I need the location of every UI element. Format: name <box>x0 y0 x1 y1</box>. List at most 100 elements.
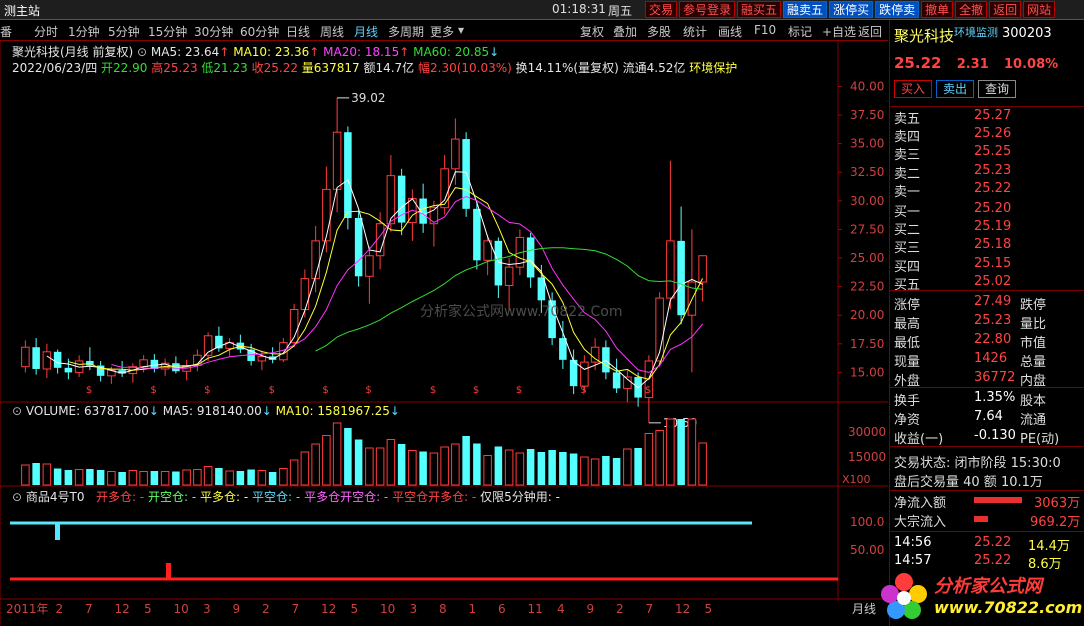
volume-bar <box>666 418 675 486</box>
tab-15min[interactable]: 15分钟 <box>148 23 187 40</box>
candle-body <box>462 139 470 209</box>
volume-bar <box>569 453 578 485</box>
y-tick-label: 17.50 <box>850 337 884 351</box>
settings-icon[interactable]: ⊙ <box>137 45 147 59</box>
ind-open-short: 开空仓: - <box>147 490 197 504</box>
tab-daily[interactable]: 日线 <box>286 23 310 40</box>
f10-button[interactable]: F10 <box>754 23 776 37</box>
indicator-spike <box>166 563 171 579</box>
volume-bar <box>483 455 492 486</box>
tab-more[interactable]: 更多 <box>430 23 454 40</box>
price-change-pct: 10.08% <box>1004 57 1059 72</box>
stats-button[interactable]: 统计 <box>683 23 707 40</box>
tab-60min[interactable]: 60分钟 <box>240 23 279 40</box>
draw-button[interactable]: 画线 <box>718 23 742 40</box>
candle-body <box>386 175 396 225</box>
industry-tag[interactable]: 环境监测 <box>954 24 998 40</box>
query-button[interactable]: 查询 <box>978 80 1016 98</box>
volume-bar <box>322 435 331 486</box>
candle-body <box>602 347 610 373</box>
bar-open: 开22.90 <box>101 61 148 75</box>
volume-bar <box>655 430 664 486</box>
down-arrow-icon: ↓ <box>261 404 272 418</box>
tick-time: 14:57 <box>894 553 932 568</box>
add-watchlist-button[interactable]: +自选 <box>822 23 856 40</box>
tab-weekly[interactable]: 周线 <box>320 23 344 40</box>
bar-info: 2022/06/23/四 开22.90 高25.23 低21.23 收25.22… <box>12 59 737 76</box>
tab-multi-period[interactable]: 多周期 <box>388 23 424 40</box>
kline-chart[interactable]: 40.00 37.50 35.00 32.50 30.00 27.50 25.00 22.50… <box>0 41 888 626</box>
quote-header: 聚光科技 环境监测 300203 <box>890 20 1084 48</box>
bar-date: 2022/06/23/四 <box>12 61 98 75</box>
volume-bar <box>590 458 600 486</box>
volume-bar <box>548 450 556 485</box>
down-arrow-icon: ↓ <box>489 45 500 59</box>
volume-bar <box>462 436 470 485</box>
stat-row: 换手 1.35% 股本 <box>894 390 1084 409</box>
candle-body <box>365 255 374 277</box>
stat-value: -0.130 <box>974 428 1016 443</box>
tab-monthly[interactable]: 月线 <box>354 23 378 40</box>
order-book-row[interactable]: 卖二 25.23 <box>894 163 1084 182</box>
stat-value: 1426 <box>974 351 1008 366</box>
ma10-value: MA10: 23.36 <box>233 45 310 59</box>
trade-button[interactable]: 交易 <box>645 1 678 18</box>
cancel-order-button[interactable]: 撤单 <box>921 1 954 18</box>
x-tick-label: 9 <box>233 602 241 616</box>
bar-range: 幅2.30(10.03%) <box>418 61 512 75</box>
order-book-row[interactable]: 卖四 25.26 <box>894 126 1084 146</box>
ind-open-long: 开多仓: - <box>95 490 145 504</box>
order-book-row[interactable]: 卖五 25.27 <box>894 108 1084 127</box>
margin-buy-button[interactable]: 融买五 <box>737 1 782 18</box>
volume-bar <box>53 468 62 485</box>
order-book-row[interactable]: 买四 25.15 <box>894 256 1084 275</box>
order-book-row[interactable]: 买二 25.19 <box>894 219 1084 238</box>
multi-stock-button[interactable]: 多股 <box>647 23 671 40</box>
cancel-all-button[interactable]: 全撤 <box>955 1 988 18</box>
overlay-button[interactable]: 叠加 <box>613 23 637 40</box>
order-book-row[interactable]: 卖一 25.22 <box>894 181 1084 200</box>
ma60-value: MA60: 20.85 <box>413 45 490 59</box>
order-book-label: 卖四 <box>894 130 921 146</box>
order-book-row[interactable]: 买一 25.20 <box>894 201 1084 220</box>
chevron-down-icon[interactable]: ▾ <box>458 23 464 37</box>
x-tick-label: 12 <box>115 602 130 616</box>
candle-body <box>32 347 40 369</box>
adjust-button[interactable]: 复权 <box>580 23 604 40</box>
volume-bar <box>236 471 245 485</box>
limit-up-buy-button[interactable]: 涨停买 <box>829 1 874 18</box>
login-button[interactable]: 参号登录 <box>679 1 736 18</box>
margin-sell-button[interactable]: 融卖五 <box>783 1 828 18</box>
website-button[interactable]: 网站 <box>1023 1 1056 18</box>
volume-bar <box>128 470 138 486</box>
limit-down-sell-button[interactable]: 跌停卖 <box>875 1 920 18</box>
order-book-row[interactable]: 卖三 25.25 <box>894 144 1084 163</box>
sell-button[interactable]: 卖出 <box>936 80 974 98</box>
divider <box>890 290 1084 291</box>
order-book-row[interactable]: 买三 25.18 <box>894 237 1084 256</box>
y-tick-label: 22.50 <box>850 280 884 294</box>
tick-row: 14:57 25.22 8.6万 <box>894 553 1084 572</box>
tab-5min[interactable]: 5分钟 <box>108 23 140 40</box>
logo-url: www.70822.com <box>934 598 1083 617</box>
signal-marker: $ <box>580 385 586 396</box>
ind-close-long-open-short: 平多仓开空仓: - <box>304 490 389 504</box>
tab-1min[interactable]: 1分钟 <box>68 23 100 40</box>
settings-icon[interactable]: ⊙ <box>12 490 22 504</box>
tab-30min[interactable]: 30分钟 <box>194 23 233 40</box>
tick-time: 14:56 <box>894 535 932 550</box>
settings-icon[interactable]: ⊙ <box>12 404 22 418</box>
buy-button[interactable]: 买入 <box>894 80 932 98</box>
signal-marker: $ <box>86 385 92 396</box>
mark-button[interactable]: 标记 <box>788 23 812 40</box>
nav-back-button[interactable]: 返回 <box>858 23 882 40</box>
candle-body <box>526 237 535 278</box>
volume-bar <box>580 456 589 486</box>
signal-marker: $ <box>645 385 651 396</box>
bar-volume: 量637817 <box>301 61 360 75</box>
net-inflow: 净流入额 3063万 <box>894 496 1081 511</box>
back-button[interactable]: 返回 <box>989 1 1022 18</box>
volume-bar <box>172 471 180 485</box>
tab-intraday[interactable]: 分时 <box>34 23 58 40</box>
quick-trade-buttons: 买入 卖出 查询 <box>894 80 1020 98</box>
